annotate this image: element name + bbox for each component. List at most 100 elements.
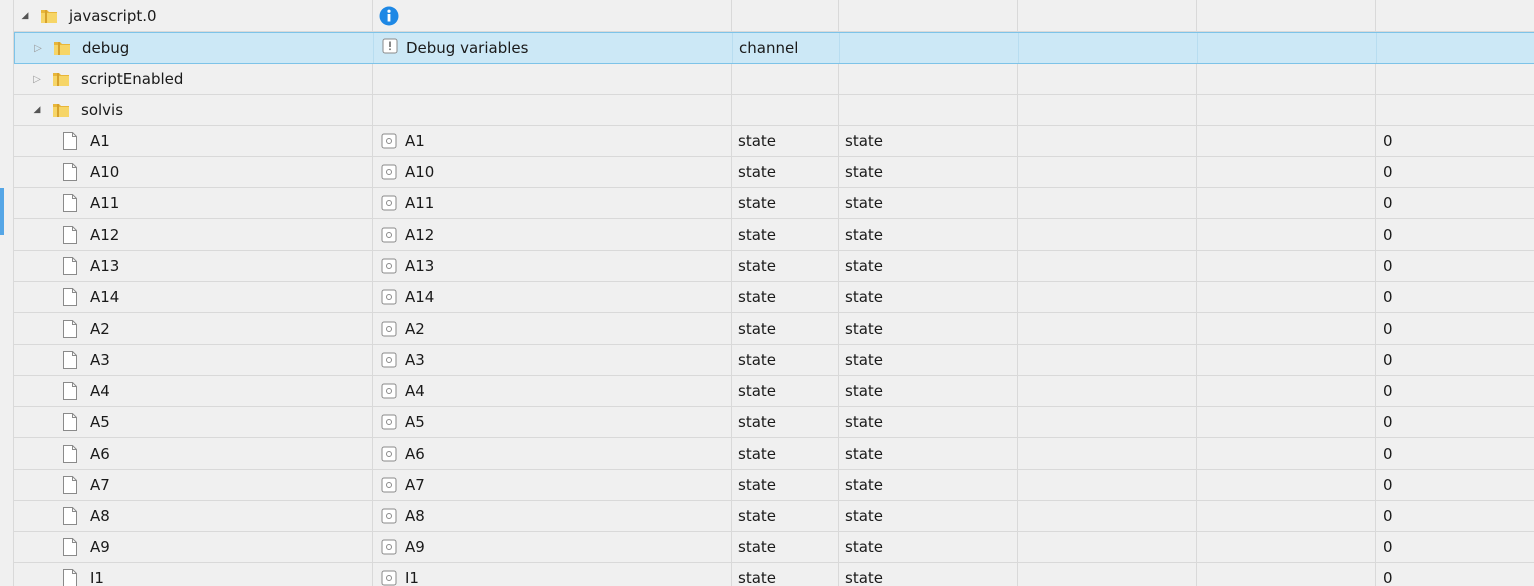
type-cell: state: [732, 188, 839, 218]
empty-cell: [1018, 95, 1197, 125]
tree-row-state[interactable]: A6 A6 state state 0: [14, 438, 1534, 470]
empty-cell: [1197, 95, 1376, 125]
empty-cell: [1018, 438, 1197, 469]
object-name: A14: [90, 288, 120, 306]
value-cell: [1376, 95, 1534, 125]
object-type: state: [738, 288, 776, 306]
state-icon: [381, 477, 397, 493]
object-role: state: [845, 538, 883, 556]
name-cell: ▷ debug: [15, 33, 374, 63]
value-cell: 0: [1376, 345, 1534, 375]
file-icon: [62, 162, 78, 182]
state-icon: [381, 383, 397, 399]
value-cell: 0: [1376, 219, 1534, 250]
tree-row-folder[interactable]: ◢ solvis: [14, 95, 1534, 126]
empty-cell: [1197, 470, 1376, 500]
value-cell: 0: [1376, 313, 1534, 344]
tree-row-state[interactable]: A3 A3 state state 0: [14, 345, 1534, 376]
tree-row-root[interactable]: ◢ javascript.0: [14, 0, 1534, 32]
tree-row-state[interactable]: A4 A4 state state 0: [14, 376, 1534, 407]
object-type: state: [738, 132, 776, 150]
expand-arrow-icon[interactable]: ▷: [32, 42, 44, 54]
folder-icon: [52, 39, 72, 57]
object-type: state: [738, 413, 776, 431]
tree-row-state[interactable]: A14 A14 state state 0: [14, 282, 1534, 313]
description-cell: A1: [373, 126, 732, 156]
empty-cell: [1197, 407, 1376, 437]
empty-cell: [1197, 313, 1376, 344]
empty-cell: [1018, 501, 1197, 531]
name-cell: A12: [14, 219, 373, 250]
object-name: A10: [90, 163, 120, 181]
type-cell: state: [732, 532, 839, 562]
object-type: state: [738, 257, 776, 275]
empty-cell: [1197, 188, 1376, 218]
empty-cell: [1197, 0, 1376, 31]
empty-cell: [1197, 251, 1376, 281]
type-cell: state: [732, 470, 839, 500]
file-icon: [62, 412, 78, 432]
tree-row-state[interactable]: A11 A11 state state 0: [14, 188, 1534, 219]
name-cell: A1: [14, 126, 373, 156]
object-description: A4: [405, 382, 425, 400]
tree-row-state[interactable]: A5 A5 state state 0: [14, 407, 1534, 438]
empty-cell: [1018, 407, 1197, 437]
tree-row-state[interactable]: A1 A1 state state 0: [14, 126, 1534, 157]
state-icon: [381, 195, 397, 211]
type-cell: [732, 95, 839, 125]
type-cell: state: [732, 157, 839, 187]
state-icon: [381, 164, 397, 180]
folder-icon: [51, 101, 71, 119]
role-cell: [840, 33, 1019, 63]
description-cell: A14: [373, 282, 732, 312]
description-cell: A12: [373, 219, 732, 250]
collapse-arrow-icon[interactable]: ◢: [19, 10, 31, 22]
object-type: state: [738, 569, 776, 586]
empty-cell: [1018, 0, 1197, 31]
role-cell: state: [839, 282, 1018, 312]
object-description: A3: [405, 351, 425, 369]
value-cell: 0: [1376, 282, 1534, 312]
tree-row-state[interactable]: A2 A2 state state 0: [14, 313, 1534, 345]
tree-row-state[interactable]: A9 A9 state state 0: [14, 532, 1534, 563]
folder-icon: [51, 70, 71, 88]
role-cell: state: [839, 407, 1018, 437]
collapse-arrow-icon[interactable]: ◢: [31, 104, 43, 116]
empty-cell: [1197, 126, 1376, 156]
object-type: state: [738, 319, 776, 338]
object-description: A2: [405, 319, 425, 338]
state-icon: [381, 508, 397, 524]
tree-row-folder[interactable]: ▷ scriptEnabled: [14, 64, 1534, 95]
object-type: state: [738, 194, 776, 212]
description-cell: A2: [373, 313, 732, 344]
object-name: debug: [82, 39, 130, 57]
tree-row-state[interactable]: A7 A7 state state 0: [14, 470, 1534, 501]
tree-row-state[interactable]: A12 A12 state state 0: [14, 219, 1534, 251]
role-cell: state: [839, 251, 1018, 281]
value-cell: 0: [1376, 157, 1534, 187]
state-icon: [381, 414, 397, 430]
object-description: A7: [405, 476, 425, 494]
tree-row-folder[interactable]: ▷ debug Debug variables channel: [14, 32, 1534, 64]
object-role: state: [845, 382, 883, 400]
description-cell: Debug variables: [374, 33, 733, 63]
object-name: A9: [90, 538, 110, 556]
object-role: state: [845, 476, 883, 494]
info-icon[interactable]: [379, 6, 399, 26]
value-cell: 0: [1376, 501, 1534, 531]
file-icon: [62, 475, 78, 495]
description-cell: A4: [373, 376, 732, 406]
tree-row-state[interactable]: I1 I1 state state 0: [14, 563, 1534, 586]
tree-row-state[interactable]: A8 A8 state state 0: [14, 501, 1534, 532]
type-cell: state: [732, 376, 839, 406]
expand-arrow-icon[interactable]: ▷: [31, 73, 43, 85]
tree-row-state[interactable]: A13 A13 state state 0: [14, 251, 1534, 282]
object-role: state: [845, 569, 883, 586]
value-cell: 0: [1376, 438, 1534, 469]
name-cell: ◢ javascript.0: [14, 0, 373, 31]
role-cell: [839, 64, 1018, 94]
tree-row-state[interactable]: A10 A10 state state 0: [14, 157, 1534, 188]
value-cell: 0: [1376, 376, 1534, 406]
file-icon: [62, 506, 78, 526]
empty-cell: [1018, 188, 1197, 218]
